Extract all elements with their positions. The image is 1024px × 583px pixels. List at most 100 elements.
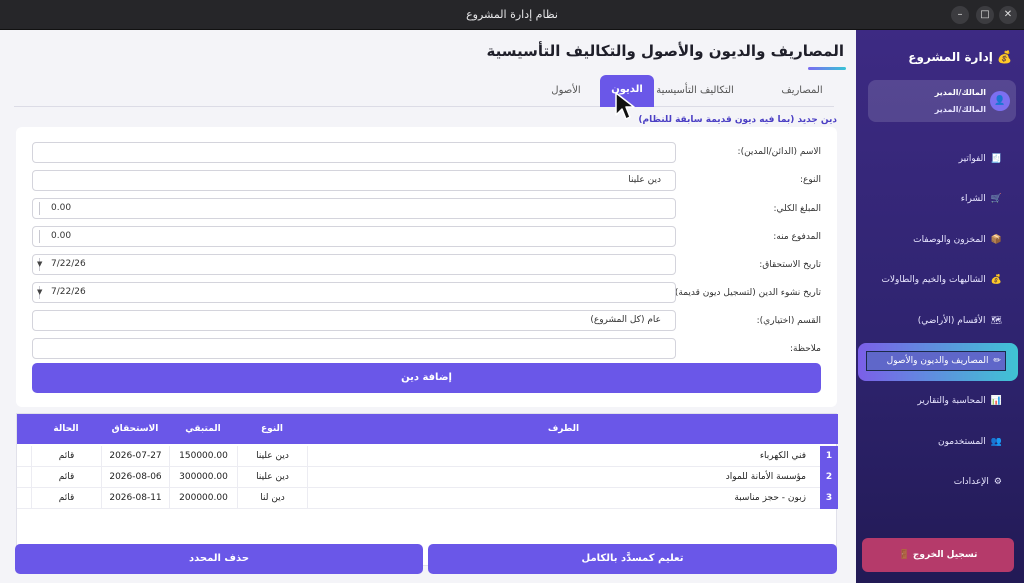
cell-type: دين علينا	[237, 446, 307, 467]
type-select[interactable]: دين علينا	[32, 170, 676, 191]
main-panel: المصاريف والديون والأصول والتكاليف التأس…	[0, 30, 856, 583]
door-icon: 🚪	[898, 550, 910, 560]
origin-date-input[interactable]: ▼ 7/22/26	[32, 282, 676, 303]
sidebar-item-label: الفواتير	[958, 154, 986, 164]
sidebar-item-purchasing[interactable]: 🛒 الشراء	[868, 186, 1016, 212]
stepper-icon[interactable]	[32, 230, 40, 243]
chart-icon: 📊	[990, 396, 1002, 406]
tab-assets[interactable]: الأصول	[546, 83, 586, 107]
tab-expenses[interactable]: المصاريف	[778, 83, 826, 107]
total-label: المبلغ الكلي:	[773, 204, 821, 214]
pencil-icon: ✏	[993, 356, 1001, 366]
sidebar-item-sections[interactable]: 🗺 الأقسام (الأراضي)	[868, 308, 1016, 334]
stepper-icon[interactable]	[32, 202, 40, 215]
total-amount-value: 0.00	[51, 203, 72, 213]
name-input[interactable]	[32, 142, 676, 163]
user-role: المالك/المدير	[934, 105, 986, 114]
add-debt-button[interactable]: إضافة دين	[32, 363, 821, 393]
cell-type: دين علينا	[237, 467, 307, 488]
total-amount-input[interactable]: 0.00	[32, 198, 676, 219]
sidebar-item-label: الشاليهات والخيم والطاولات	[881, 275, 986, 285]
table-header: الطرف النوع المتبقي الاستحقاق الحالة	[17, 414, 838, 444]
cell-party: فني الكهرباء	[307, 446, 820, 467]
sidebar-item-label: المخزون والوصفات	[913, 235, 986, 245]
tab-setup-costs[interactable]: التكاليف التأسيسية	[650, 83, 740, 107]
row-number: 3	[820, 488, 838, 509]
paid-amount-value: 0.00	[51, 231, 72, 241]
sidebar-item-label: الإعدادات	[953, 477, 989, 487]
new-debt-form: الاسم (الدائن/المدين): النوع: دين علينا …	[16, 127, 837, 407]
cell-due: 2026-07-27	[101, 446, 169, 467]
sidebar-item-accounting[interactable]: 📊 المحاسبة والتقارير	[868, 388, 1016, 414]
logout-button[interactable]: تسجيل الخروج 🚪	[862, 538, 1014, 572]
users-icon: 👥	[990, 437, 1002, 447]
note-input[interactable]	[32, 338, 676, 359]
cell-party: مؤسسة الأمانة للمواد	[307, 467, 820, 488]
note-label: ملاحظة:	[790, 344, 821, 354]
sidebar-item-inventory[interactable]: 📦 المخزون والوصفات	[868, 227, 1016, 253]
header-status[interactable]: الحالة	[31, 414, 101, 444]
paid-amount-input[interactable]: 0.00	[32, 226, 676, 247]
cell-status: قائم	[31, 488, 101, 509]
name-label: الاسم (الدائن/المدين):	[737, 147, 821, 157]
sidebar-brand: 💰 إدارة المشروع	[908, 50, 1012, 64]
row-number: 2	[820, 467, 838, 488]
sidebar-item-settings[interactable]: ⚙ الإعدادات	[868, 469, 1016, 495]
chevron-down-icon[interactable]: ▼	[37, 283, 42, 302]
header-type[interactable]: النوع	[237, 414, 307, 444]
close-icon[interactable]: ✕	[999, 6, 1017, 24]
sidebar-item-expenses-debts[interactable]: ✏ المصاريف والديون والأصول	[858, 343, 1018, 381]
brand-label: إدارة المشروع	[908, 50, 993, 64]
cell-due: 2026-08-06	[101, 467, 169, 488]
cell-status: قائم	[31, 467, 101, 488]
sidebar-item-label: المصاريف والديون والأصول	[886, 356, 989, 366]
active-item-frame: ✏ المصاريف والديون والأصول	[866, 351, 1006, 371]
header-due[interactable]: الاستحقاق	[101, 414, 169, 444]
cell-type: دين لنا	[237, 488, 307, 509]
header-party[interactable]: الطرف	[307, 414, 820, 444]
sidebar-item-chalets[interactable]: 💰 الشاليهات والخيم والطاولات	[868, 267, 1016, 293]
due-date-input[interactable]: ▼ 7/22/26	[32, 254, 676, 275]
window-title: نظام إدارة المشروع	[466, 8, 558, 21]
sidebar-item-label: الشراء	[960, 194, 986, 204]
sidebar-item-label: المستخدمون	[937, 437, 986, 447]
money-bag-icon: 💰	[990, 275, 1002, 285]
cart-icon: 🛒	[990, 194, 1002, 204]
table-row[interactable]: 2 مؤسسة الأمانة للمواد دين علينا 300000.…	[17, 467, 838, 488]
row-number: 1	[820, 446, 838, 467]
minimize-icon[interactable]: –	[951, 6, 969, 24]
cell-remaining: 300000.00	[169, 467, 237, 488]
sidebar-item-users[interactable]: 👥 المستخدمون	[868, 429, 1016, 455]
table-row[interactable]: 1 فني الكهرباء دين علينا 150000.00 2026-…	[17, 446, 838, 467]
avatar: 👤	[990, 91, 1010, 111]
tab-bar: المصاريف التكاليف التأسيسية الديون الأصو…	[14, 75, 834, 107]
sidebar-item-invoices[interactable]: 🧾 الفواتير	[868, 146, 1016, 172]
type-label: النوع:	[799, 175, 821, 185]
sidebar: 💰 إدارة المشروع 👤 المالك/المدير المالك/ا…	[856, 30, 1024, 583]
sidebar-item-label: المحاسبة والتقارير	[917, 396, 986, 406]
map-icon: 🗺	[990, 316, 1002, 326]
window-titlebar: نظام إدارة المشروع – □ ✕	[0, 0, 1024, 30]
mark-paid-button[interactable]: تعليم كمسدَّد بالكامل	[428, 544, 837, 574]
cell-remaining: 200000.00	[169, 488, 237, 509]
delete-selected-button[interactable]: حذف المحدد	[15, 544, 423, 574]
user-name: المالك/المدير	[934, 88, 986, 97]
due-date-label: تاريخ الاستحقاق:	[759, 260, 821, 270]
cell-party: زبون - حجز مناسبة	[307, 488, 820, 509]
paid-label: المدفوع منه:	[773, 232, 821, 242]
mouse-cursor-icon	[615, 92, 635, 120]
maximize-icon[interactable]: □	[976, 6, 994, 24]
chevron-down-icon[interactable]: ▼	[37, 255, 42, 274]
gear-icon: ⚙	[993, 477, 1002, 487]
page-title: المصاريف والديون والأصول والتكاليف التأس…	[486, 42, 845, 60]
table-row[interactable]: 3 زبون - حجز مناسبة دين لنا 200000.00 20…	[17, 488, 838, 509]
department-select[interactable]: عام (كل المشروع)	[32, 310, 676, 331]
origin-date-label: تاريخ نشوء الدين (لتسجيل ديون قديمة):	[671, 288, 821, 298]
money-bag-icon: 💰	[997, 50, 1012, 64]
cell-due: 2026-08-11	[101, 488, 169, 509]
department-label: القسم (اختياري):	[756, 316, 821, 326]
origin-date-value: 7/22/26	[51, 287, 86, 297]
receipt-icon: 🧾	[990, 154, 1002, 164]
header-remaining[interactable]: المتبقي	[169, 414, 237, 444]
box-icon: 📦	[990, 235, 1002, 245]
